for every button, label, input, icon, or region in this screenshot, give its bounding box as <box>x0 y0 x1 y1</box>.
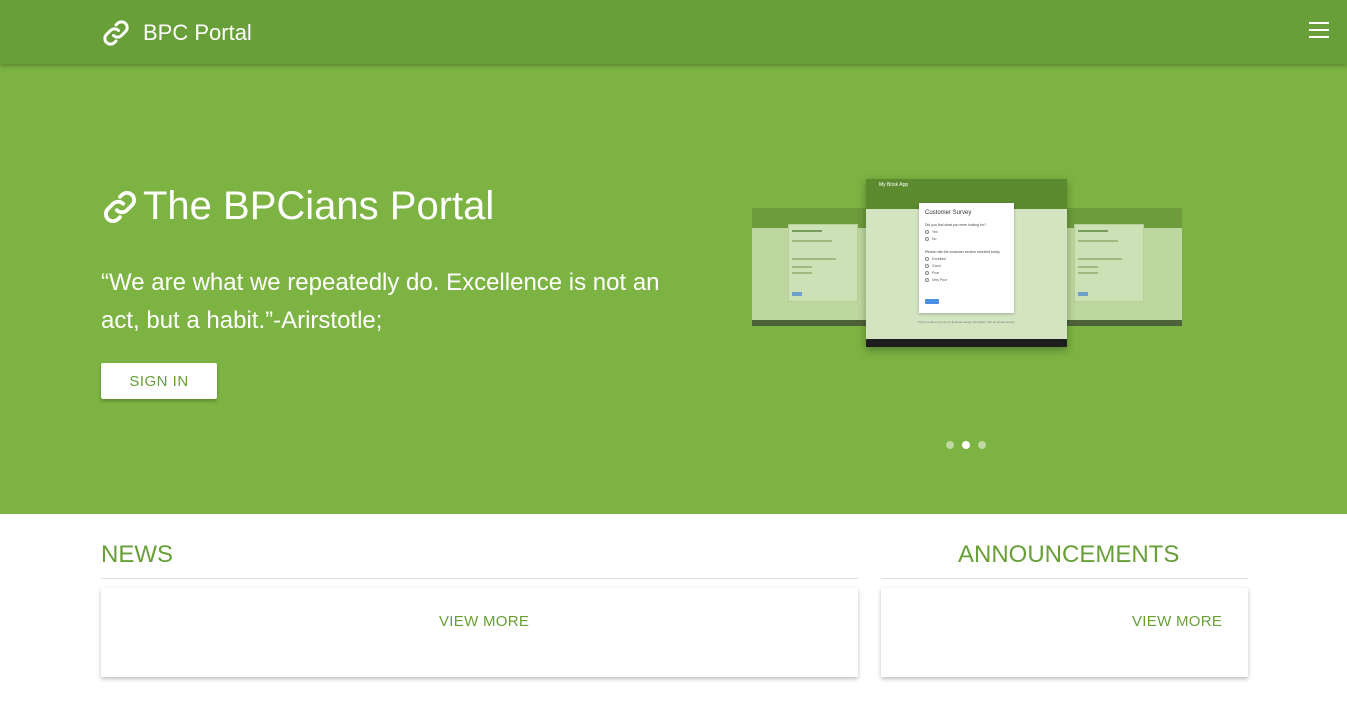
survey-footer-note: This is a demo survey to illustrate desi… <box>917 320 1016 324</box>
link-icon <box>103 190 137 223</box>
app-title: My Brisk App <box>879 182 909 188</box>
survey-question-1: Did you find what you were looking for? <box>925 223 987 227</box>
survey-option: No <box>925 237 936 242</box>
screenshot-carousel[interactable]: My Brisk App Customer Survey Did you fin… <box>752 178 1182 463</box>
sign-in-button[interactable]: SIGN IN <box>101 363 217 399</box>
hero-title: The BPCians Portal <box>101 184 494 229</box>
brand-link[interactable]: BPC Portal <box>101 17 252 49</box>
announcements-card: VIEW MORE <box>881 588 1248 677</box>
hero-section: The BPCians Portal “We are what we repea… <box>0 64 1347 514</box>
announcements-heading: ANNOUNCEMENTS <box>958 541 1180 568</box>
news-card: VIEW MORE <box>101 588 858 677</box>
survey-question-2: Please rate the customer service receive… <box>925 250 1000 254</box>
hero-title-text: The BPCians Portal <box>143 184 495 228</box>
announcements-view-more-link[interactable]: VIEW MORE <box>1132 613 1222 630</box>
news-divider <box>101 578 858 579</box>
carousel-dot-2[interactable] <box>962 441 970 449</box>
news-view-more-link[interactable]: VIEW MORE <box>439 613 529 630</box>
carousel-indicators <box>946 441 994 449</box>
survey-option: Good <box>925 264 941 269</box>
survey-submit-button <box>925 299 939 304</box>
top-navbar: BPC Portal <box>0 0 1347 64</box>
brand-label: BPC Portal <box>143 20 252 45</box>
survey-option: Very Poor <box>925 278 947 283</box>
news-heading: NEWS <box>101 541 173 568</box>
announcements-divider <box>881 578 1248 579</box>
survey-option: Poor <box>925 271 939 276</box>
survey-card: Customer Survey Did you find what you we… <box>919 203 1014 313</box>
survey-option: Yes <box>925 230 938 235</box>
hamburger-menu-icon[interactable] <box>1309 22 1329 40</box>
carousel-slide-active[interactable]: My Brisk App Customer Survey Did you fin… <box>866 179 1067 347</box>
carousel-slide-left[interactable] <box>752 208 870 326</box>
survey-option: Excellent <box>925 257 946 262</box>
link-icon <box>103 20 129 46</box>
carousel-dot-3[interactable] <box>978 441 986 449</box>
survey-title: Customer Survey <box>925 210 972 216</box>
hero-quote: “We are what we repeatedly do. Excellenc… <box>101 269 660 334</box>
device-nav-bar <box>866 339 1067 347</box>
carousel-dot-1[interactable] <box>946 441 954 449</box>
carousel-slide-right[interactable] <box>1064 208 1182 326</box>
